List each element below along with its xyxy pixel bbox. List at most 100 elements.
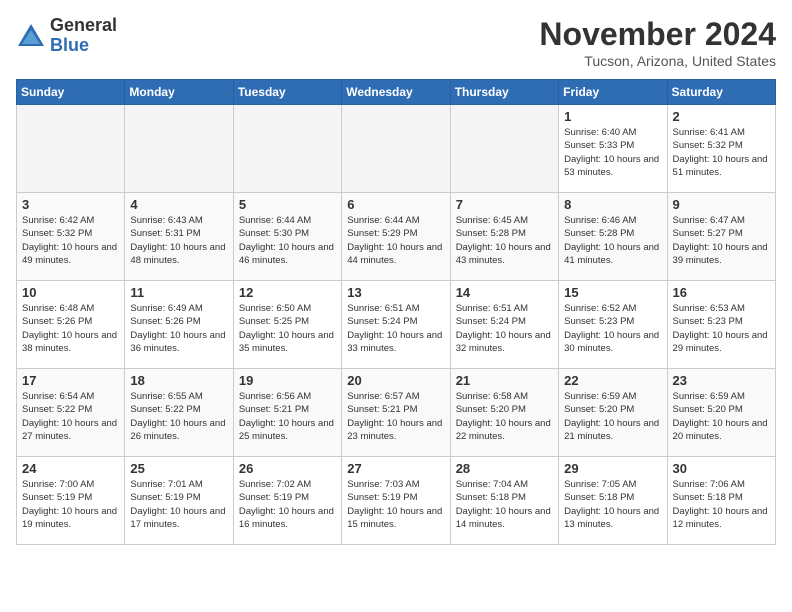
day-number: 27 xyxy=(347,461,444,476)
day-number: 12 xyxy=(239,285,336,300)
day-info: Sunrise: 6:47 AM Sunset: 5:27 PM Dayligh… xyxy=(673,214,770,267)
day-number: 9 xyxy=(673,197,770,212)
day-info: Sunrise: 7:02 AM Sunset: 5:19 PM Dayligh… xyxy=(239,478,336,531)
calendar-cell: 29 Sunrise: 7:05 AM Sunset: 5:18 PM Dayli… xyxy=(559,457,667,545)
calendar-cell: 19 Sunrise: 6:56 AM Sunset: 5:21 PM Dayli… xyxy=(233,369,341,457)
day-number: 7 xyxy=(456,197,553,212)
calendar-cell: 2 Sunrise: 6:41 AM Sunset: 5:32 PM Daylig… xyxy=(667,105,775,193)
day-number: 1 xyxy=(564,109,661,124)
day-number: 23 xyxy=(673,373,770,388)
calendar-week-row: 17 Sunrise: 6:54 AM Sunset: 5:22 PM Dayli… xyxy=(17,369,776,457)
calendar-cell xyxy=(17,105,125,193)
calendar-cell: 10 Sunrise: 6:48 AM Sunset: 5:26 PM Dayli… xyxy=(17,281,125,369)
day-number: 3 xyxy=(22,197,119,212)
day-info: Sunrise: 6:51 AM Sunset: 5:24 PM Dayligh… xyxy=(347,302,444,355)
day-info: Sunrise: 6:45 AM Sunset: 5:28 PM Dayligh… xyxy=(456,214,553,267)
calendar-cell: 30 Sunrise: 7:06 AM Sunset: 5:18 PM Dayli… xyxy=(667,457,775,545)
day-number: 18 xyxy=(130,373,227,388)
calendar-week-row: 1 Sunrise: 6:40 AM Sunset: 5:33 PM Daylig… xyxy=(17,105,776,193)
day-info: Sunrise: 6:41 AM Sunset: 5:32 PM Dayligh… xyxy=(673,126,770,179)
calendar-cell: 28Sunrise: 7:04 AM Sunset: 5:18 PM Dayli… xyxy=(450,457,558,545)
calendar-cell xyxy=(342,105,450,193)
day-number: 17 xyxy=(22,373,119,388)
weekday-header: Wednesday xyxy=(342,80,450,105)
calendar-cell: 26Sunrise: 7:02 AM Sunset: 5:19 PM Dayli… xyxy=(233,457,341,545)
day-info: Sunrise: 6:53 AM Sunset: 5:23 PM Dayligh… xyxy=(673,302,770,355)
calendar-cell: 5Sunrise: 6:44 AM Sunset: 5:30 PM Daylig… xyxy=(233,193,341,281)
day-number: 29 xyxy=(564,461,661,476)
day-info: Sunrise: 6:55 AM Sunset: 5:22 PM Dayligh… xyxy=(130,390,227,443)
month-title: November 2024 xyxy=(539,16,776,53)
day-info: Sunrise: 6:58 AM Sunset: 5:20 PM Dayligh… xyxy=(456,390,553,443)
calendar-cell: 15 Sunrise: 6:52 AM Sunset: 5:23 PM Dayli… xyxy=(559,281,667,369)
day-info: Sunrise: 6:57 AM Sunset: 5:21 PM Dayligh… xyxy=(347,390,444,443)
calendar-cell: 22 Sunrise: 6:59 AM Sunset: 5:20 PM Dayli… xyxy=(559,369,667,457)
day-info: Sunrise: 6:59 AM Sunset: 5:20 PM Dayligh… xyxy=(564,390,661,443)
day-number: 8 xyxy=(564,197,661,212)
calendar-cell: 27 Sunrise: 7:03 AM Sunset: 5:19 PM Dayli… xyxy=(342,457,450,545)
weekday-header-row: SundayMondayTuesdayWednesdayThursdayFrid… xyxy=(17,80,776,105)
day-number: 28 xyxy=(456,461,553,476)
calendar-cell: 24 Sunrise: 7:00 AM Sunset: 5:19 PM Dayli… xyxy=(17,457,125,545)
day-number: 30 xyxy=(673,461,770,476)
logo: General Blue xyxy=(16,16,117,56)
calendar-cell: 16Sunrise: 6:53 AM Sunset: 5:23 PM Dayli… xyxy=(667,281,775,369)
calendar-cell: 20 Sunrise: 6:57 AM Sunset: 5:21 PM Dayli… xyxy=(342,369,450,457)
weekday-header: Monday xyxy=(125,80,233,105)
day-number: 21 xyxy=(456,373,553,388)
calendar-cell: 13 Sunrise: 6:51 AM Sunset: 5:24 PM Dayli… xyxy=(342,281,450,369)
day-info: Sunrise: 7:00 AM Sunset: 5:19 PM Dayligh… xyxy=(22,478,119,531)
day-info: Sunrise: 6:46 AM Sunset: 5:28 PM Dayligh… xyxy=(564,214,661,267)
calendar-cell xyxy=(125,105,233,193)
day-number: 13 xyxy=(347,285,444,300)
calendar-cell: 23 Sunrise: 6:59 AM Sunset: 5:20 PM Dayli… xyxy=(667,369,775,457)
day-number: 22 xyxy=(564,373,661,388)
day-info: Sunrise: 7:01 AM Sunset: 5:19 PM Dayligh… xyxy=(130,478,227,531)
day-number: 14 xyxy=(456,285,553,300)
day-info: Sunrise: 6:56 AM Sunset: 5:21 PM Dayligh… xyxy=(239,390,336,443)
day-info: Sunrise: 6:48 AM Sunset: 5:26 PM Dayligh… xyxy=(22,302,119,355)
day-number: 6 xyxy=(347,197,444,212)
day-info: Sunrise: 6:42 AM Sunset: 5:32 PM Dayligh… xyxy=(22,214,119,267)
day-info: Sunrise: 6:40 AM Sunset: 5:33 PM Dayligh… xyxy=(564,126,661,179)
calendar-cell: 1 Sunrise: 6:40 AM Sunset: 5:33 PM Daylig… xyxy=(559,105,667,193)
day-info: Sunrise: 6:54 AM Sunset: 5:22 PM Dayligh… xyxy=(22,390,119,443)
day-number: 20 xyxy=(347,373,444,388)
day-number: 15 xyxy=(564,285,661,300)
calendar-week-row: 10 Sunrise: 6:48 AM Sunset: 5:26 PM Dayli… xyxy=(17,281,776,369)
calendar-cell: 9 Sunrise: 6:47 AM Sunset: 5:27 PM Daylig… xyxy=(667,193,775,281)
logo-blue: Blue xyxy=(50,36,117,56)
day-info: Sunrise: 7:06 AM Sunset: 5:18 PM Dayligh… xyxy=(673,478,770,531)
calendar-cell: 18 Sunrise: 6:55 AM Sunset: 5:22 PM Dayli… xyxy=(125,369,233,457)
day-info: Sunrise: 6:52 AM Sunset: 5:23 PM Dayligh… xyxy=(564,302,661,355)
location-subtitle: Tucson, Arizona, United States xyxy=(539,53,776,69)
calendar-cell: 14Sunrise: 6:51 AM Sunset: 5:24 PM Dayli… xyxy=(450,281,558,369)
weekday-header: Tuesday xyxy=(233,80,341,105)
day-info: Sunrise: 7:03 AM Sunset: 5:19 PM Dayligh… xyxy=(347,478,444,531)
weekday-header: Sunday xyxy=(17,80,125,105)
day-number: 11 xyxy=(130,285,227,300)
day-number: 19 xyxy=(239,373,336,388)
calendar-cell: 17 Sunrise: 6:54 AM Sunset: 5:22 PM Dayli… xyxy=(17,369,125,457)
logo-general: General xyxy=(50,16,117,36)
calendar-cell: 8 Sunrise: 6:46 AM Sunset: 5:28 PM Daylig… xyxy=(559,193,667,281)
day-number: 2 xyxy=(673,109,770,124)
weekday-header: Friday xyxy=(559,80,667,105)
day-info: Sunrise: 6:49 AM Sunset: 5:26 PM Dayligh… xyxy=(130,302,227,355)
day-info: Sunrise: 6:50 AM Sunset: 5:25 PM Dayligh… xyxy=(239,302,336,355)
day-number: 24 xyxy=(22,461,119,476)
day-number: 5 xyxy=(239,197,336,212)
day-number: 25 xyxy=(130,461,227,476)
calendar-cell: 6 Sunrise: 6:44 AM Sunset: 5:29 PM Daylig… xyxy=(342,193,450,281)
calendar-cell xyxy=(233,105,341,193)
day-info: Sunrise: 7:05 AM Sunset: 5:18 PM Dayligh… xyxy=(564,478,661,531)
day-info: Sunrise: 6:59 AM Sunset: 5:20 PM Dayligh… xyxy=(673,390,770,443)
calendar-table: SundayMondayTuesdayWednesdayThursdayFrid… xyxy=(16,79,776,545)
calendar-cell: 7 Sunrise: 6:45 AM Sunset: 5:28 PM Daylig… xyxy=(450,193,558,281)
logo-icon xyxy=(16,22,46,50)
calendar-cell: 4Sunrise: 6:43 AM Sunset: 5:31 PM Daylig… xyxy=(125,193,233,281)
page-header: General Blue November 2024 Tucson, Arizo… xyxy=(16,16,776,69)
day-info: Sunrise: 6:44 AM Sunset: 5:29 PM Dayligh… xyxy=(347,214,444,267)
calendar-cell: 12 Sunrise: 6:50 AM Sunset: 5:25 PM Dayli… xyxy=(233,281,341,369)
day-number: 10 xyxy=(22,285,119,300)
